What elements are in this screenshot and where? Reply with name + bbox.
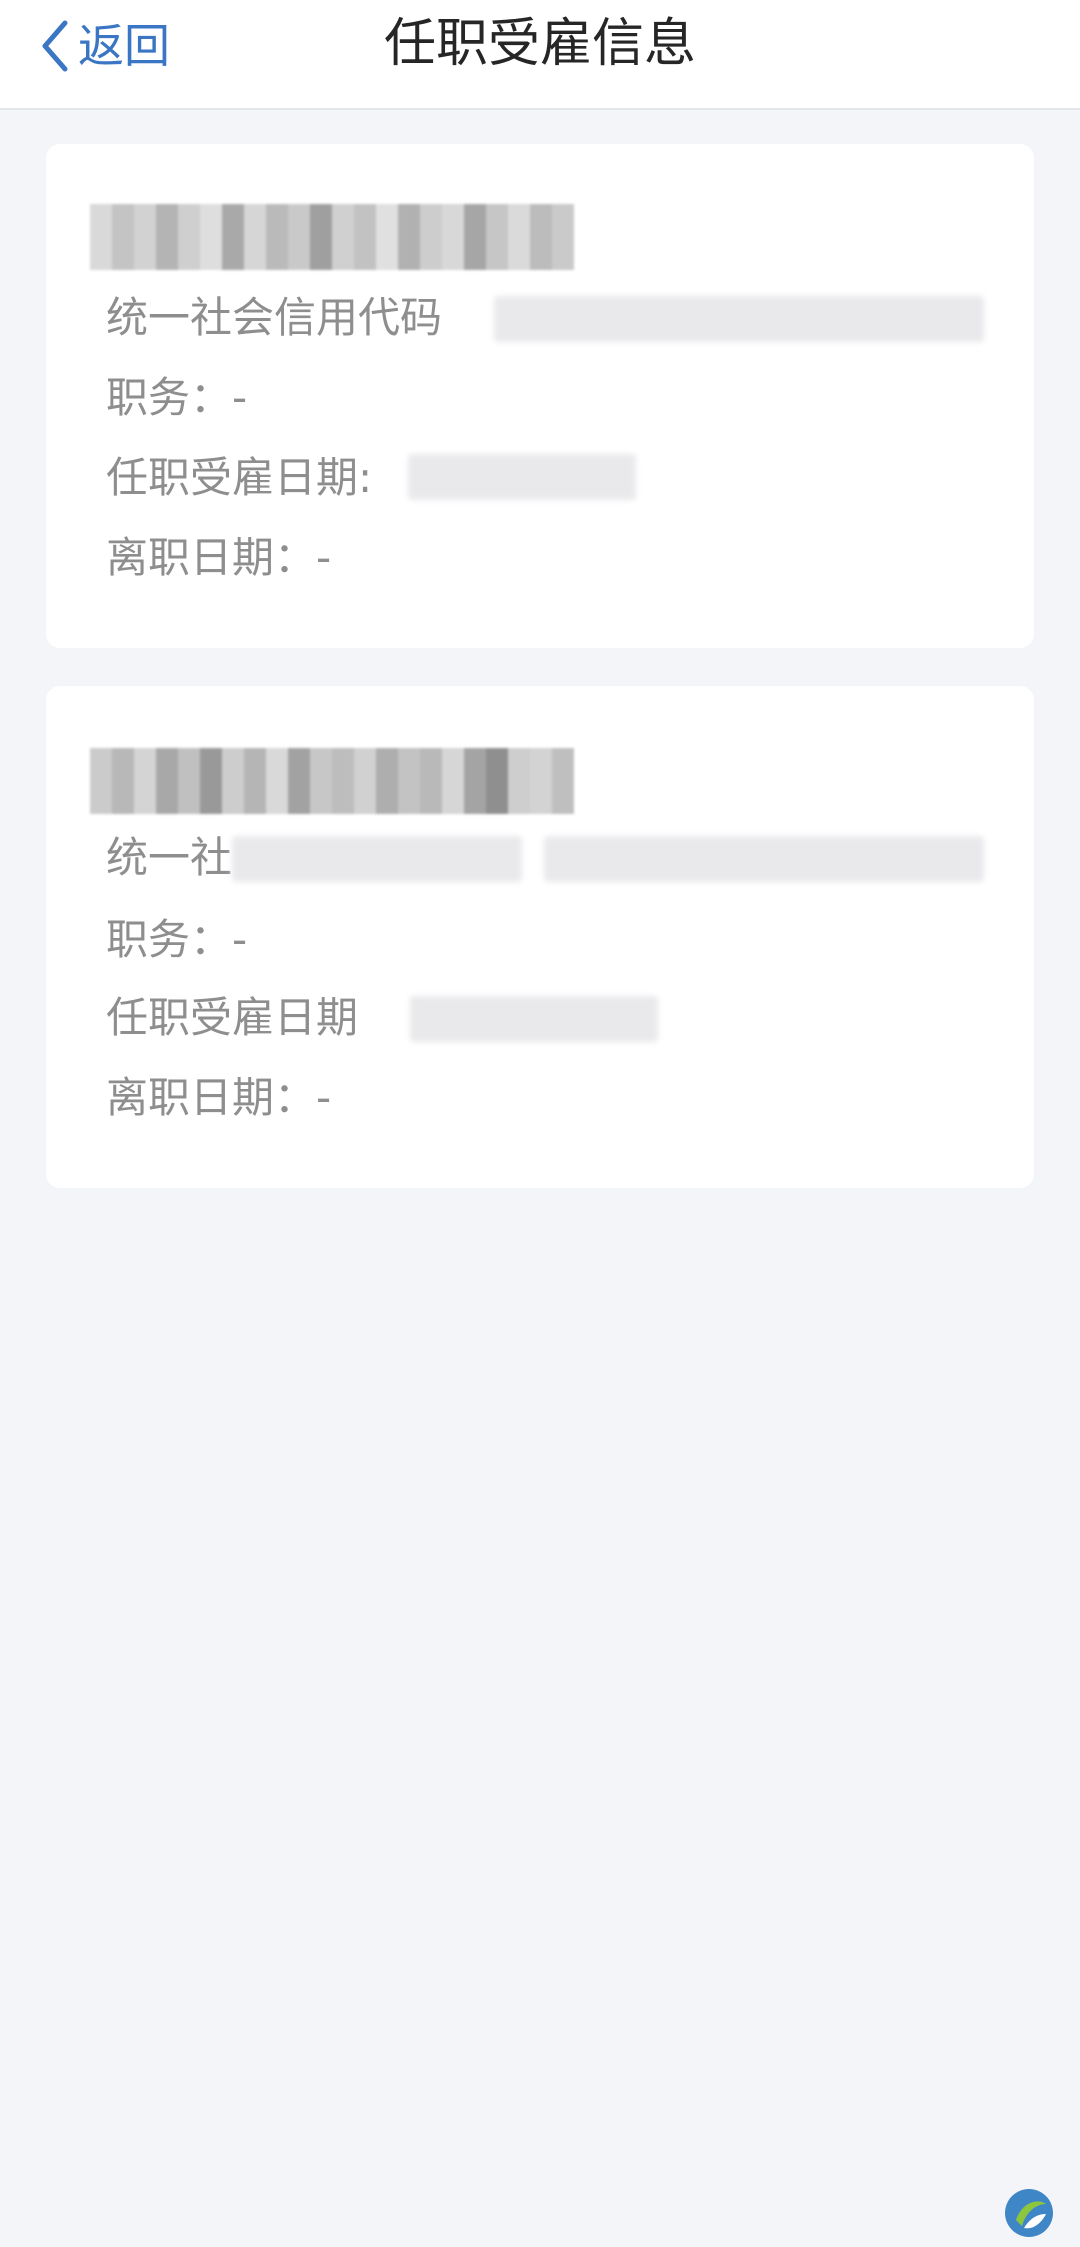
site-logo xyxy=(1004,2189,1053,2237)
start-date-label: 任职受雇日期: xyxy=(106,453,373,502)
credit-code-value-redacted xyxy=(544,836,984,882)
leave-date-label: 离职日期：- xyxy=(106,1073,332,1122)
credit-code-label: 统一社会信用代码 xyxy=(106,293,443,342)
start-date-value-redacted xyxy=(410,996,658,1042)
employment-record-card[interactable]: 统一社 职务：- 任职受雇日期 离职日期：- xyxy=(46,686,1034,1188)
employment-record-card[interactable]: 统一社会信用代码 职务：- 任职受雇日期: 离职日期：- xyxy=(46,144,1034,648)
watermark-text xyxy=(1062,2196,1072,2231)
position-label: 职务：- xyxy=(106,373,248,422)
leave-date-label: 离职日期：- xyxy=(106,533,332,582)
site-watermark xyxy=(1002,2183,1072,2243)
start-date-label: 任职受雇日期 xyxy=(106,993,359,1042)
company-name-redacted xyxy=(90,204,574,270)
credit-code-label: 统一社 xyxy=(106,833,233,882)
position-label: 职务：- xyxy=(106,915,248,964)
page-title: 任职受雇信息 xyxy=(383,14,696,74)
navigation-bar: 返回 任职受雇信息 xyxy=(0,0,1080,110)
credit-code-value-redacted xyxy=(494,296,984,342)
company-name-redacted xyxy=(90,748,574,814)
start-date-value-redacted xyxy=(408,454,636,500)
credit-code-value-redacted xyxy=(232,836,522,882)
